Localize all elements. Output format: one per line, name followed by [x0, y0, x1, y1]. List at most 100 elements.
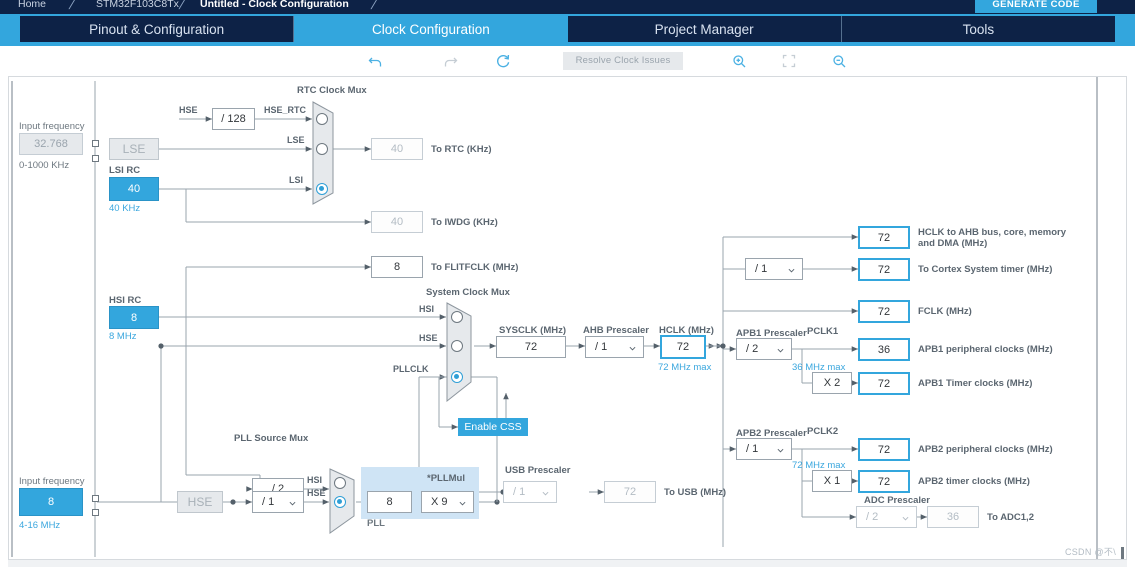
fit-to-screen-icon[interactable] — [779, 51, 799, 71]
usb-prescaler-value: / 1 — [513, 486, 526, 498]
zoom-in-icon[interactable] — [729, 51, 749, 71]
system-clock-mux-title: System Clock Mux — [426, 287, 510, 298]
hsi-value-field[interactable]: 8 — [109, 306, 159, 329]
apb1-prescaler-dropdown[interactable]: / 2 — [736, 338, 792, 360]
ahb-prescaler-value: / 1 — [595, 341, 608, 353]
hse-input-frequency-field[interactable]: 8 — [19, 488, 83, 516]
tab-clock-configuration[interactable]: Clock Configuration — [294, 16, 568, 42]
chevron-down-icon — [629, 346, 636, 351]
lsi-value-field[interactable]: 40 — [109, 177, 159, 201]
hse-osc-pin-in[interactable] — [92, 495, 99, 502]
breadcrumb-item-device[interactable]: STM32F103C8Tx — [96, 0, 179, 10]
signal-hse-pll-label: HSE — [307, 488, 326, 498]
fclk-out-value: 72 — [858, 300, 910, 323]
breadcrumb: Home / STM32F103C8Tx / Untitled - Clock … — [0, 0, 1135, 14]
apb2-timer-clocks-label: APB2 timer clocks (MHz) — [918, 476, 1030, 487]
adc-out-label: To ADC1,2 — [987, 512, 1034, 523]
rtc-mux-option-lse[interactable] — [316, 143, 328, 155]
tab-tools[interactable]: Tools — [841, 16, 1115, 42]
watermark-bar — [1121, 547, 1124, 559]
hse-osc-pin-out[interactable] — [92, 509, 99, 516]
signal-pllclk-label: PLLCLK — [393, 364, 429, 374]
horizontal-scrollbar[interactable] — [8, 560, 1127, 567]
apb2-timer-clocks-value: 72 — [858, 470, 910, 493]
tab-project-manager[interactable]: Project Manager — [567, 16, 842, 42]
pll-source-mux-option-hsi[interactable] — [334, 477, 346, 489]
clock-tree-diagram: Input frequency 32.768 0-1000 KHz LSE LS… — [9, 77, 1126, 559]
to-flitfclk-value: 8 — [371, 256, 423, 278]
adc-out-value: 36 — [927, 506, 979, 528]
hse-range-label: 4-16 MHz — [19, 520, 61, 531]
ahb-prescaler-dropdown[interactable]: / 1 — [585, 336, 644, 358]
rtc-mux-option-lsi[interactable] — [316, 183, 328, 195]
lse-osc-pin-in[interactable] — [92, 140, 99, 147]
apb2-prescaler-value: / 1 — [746, 443, 759, 455]
signal-hse-sys-label: HSE — [419, 333, 438, 343]
enable-css-button[interactable]: Enable CSS — [458, 418, 528, 436]
cortex-prescaler-value: / 1 — [755, 263, 768, 275]
redo-icon — [440, 51, 460, 71]
clock-tree-canvas[interactable]: Input frequency 32.768 0-1000 KHz LSE LS… — [8, 76, 1127, 560]
pll-source-mux-option-hse[interactable] — [334, 496, 346, 508]
hsi-unit-label: 8 MHz — [109, 331, 137, 342]
apb2-peripheral-clocks-value: 72 — [858, 438, 910, 461]
hclk-value: 72 — [660, 335, 706, 359]
lsi-unit-label: 40 KHz — [109, 203, 141, 214]
clock-tree-wires — [11, 81, 927, 557]
breadcrumb-separator-icon: / — [67, 0, 77, 12]
apb1-peripheral-clocks-label: APB1 peripheral clocks (MHz) — [918, 344, 1053, 355]
clock-toolbar: Resolve Clock Issues — [0, 46, 1135, 76]
pllmul-dropdown[interactable]: X 9 — [421, 491, 474, 513]
lse-osc-pin-out[interactable] — [92, 155, 99, 162]
chevron-down-icon — [788, 268, 795, 273]
zoom-out-icon[interactable] — [829, 51, 849, 71]
chevron-down-icon — [459, 501, 466, 506]
lse-input-frequency-label: Input frequency — [19, 121, 85, 132]
resolve-clock-issues-button[interactable]: Resolve Clock Issues — [563, 52, 683, 70]
apb2-peripheral-clocks-label: APB2 peripheral clocks (MHz) — [918, 444, 1053, 455]
watermark-text: CSDN @不\ — [1064, 547, 1116, 557]
breadcrumb-item-current: Untitled - Clock Configuration — [200, 0, 349, 10]
adc-prescaler-dropdown[interactable]: / 2 — [856, 506, 917, 528]
adc-prescaler-label: ADC Prescaler — [864, 495, 931, 506]
rtc-mux-option-hse-rtc[interactable] — [316, 113, 328, 125]
pll-group-label: PLL — [367, 518, 385, 529]
breadcrumb-item-home[interactable]: Home — [18, 0, 46, 10]
to-usb-label: To USB (MHz) — [664, 487, 727, 498]
lse-input-frequency-field: 32.768 — [19, 133, 83, 155]
chevron-down-icon — [902, 516, 909, 521]
generate-code-button[interactable]: GENERATE CODE — [975, 0, 1097, 13]
signal-hsi-sys-label: HSI — [419, 304, 435, 314]
pll-source-mux-title: PLL Source Mux — [234, 433, 309, 444]
usb-prescaler-dropdown[interactable]: / 1 — [503, 481, 557, 503]
pllmul-label: *PLLMul — [427, 473, 465, 484]
hse-oscillator-box[interactable]: HSE — [177, 491, 223, 513]
pclk2-label: PCLK2 — [807, 426, 839, 437]
rtc-clock-mux-title: RTC Clock Mux — [297, 85, 367, 96]
apb2-prescaler-dropdown[interactable]: / 1 — [736, 438, 792, 460]
lse-range-label: 0-1000 KHz — [19, 160, 70, 171]
canvas-right-edge — [1096, 77, 1098, 559]
refresh-icon[interactable] — [493, 51, 513, 71]
lse-oscillator-box[interactable]: LSE — [109, 138, 159, 160]
adc-prescaler-value: / 2 — [866, 511, 879, 523]
chevron-down-icon — [542, 491, 549, 496]
cortex-prescaler-dropdown[interactable]: / 1 — [745, 258, 803, 280]
ahb-prescaler-label: AHB Prescaler — [583, 325, 650, 336]
pll-input-value: 8 — [367, 491, 412, 513]
hclk-ahb-out-label: HCLK to AHB bus, core, memory and DMA (M… — [918, 227, 1066, 249]
hse-pll-divider-dropdown[interactable]: / 1 — [252, 491, 304, 513]
to-rtc-label: To RTC (KHz) — [431, 144, 492, 155]
tab-pinout-configuration[interactable]: Pinout & Configuration — [20, 16, 295, 42]
sysclk-value: 72 — [496, 336, 566, 358]
hse-pll-divider-value: / 1 — [262, 496, 275, 508]
signal-lse-label: LSE — [287, 135, 305, 145]
sys-mux-option-hse[interactable] — [451, 340, 463, 352]
signal-hse-label: HSE — [179, 105, 198, 115]
sys-mux-option-hsi[interactable] — [451, 311, 463, 323]
sysclk-label: SYSCLK (MHz) — [499, 325, 567, 336]
to-flitfclk-label: To FLITFCLK (MHz) — [431, 262, 519, 273]
hsi-rc-title: HSI RC — [109, 295, 142, 306]
sys-mux-option-pllclk[interactable] — [451, 371, 463, 383]
undo-icon[interactable] — [365, 51, 385, 71]
